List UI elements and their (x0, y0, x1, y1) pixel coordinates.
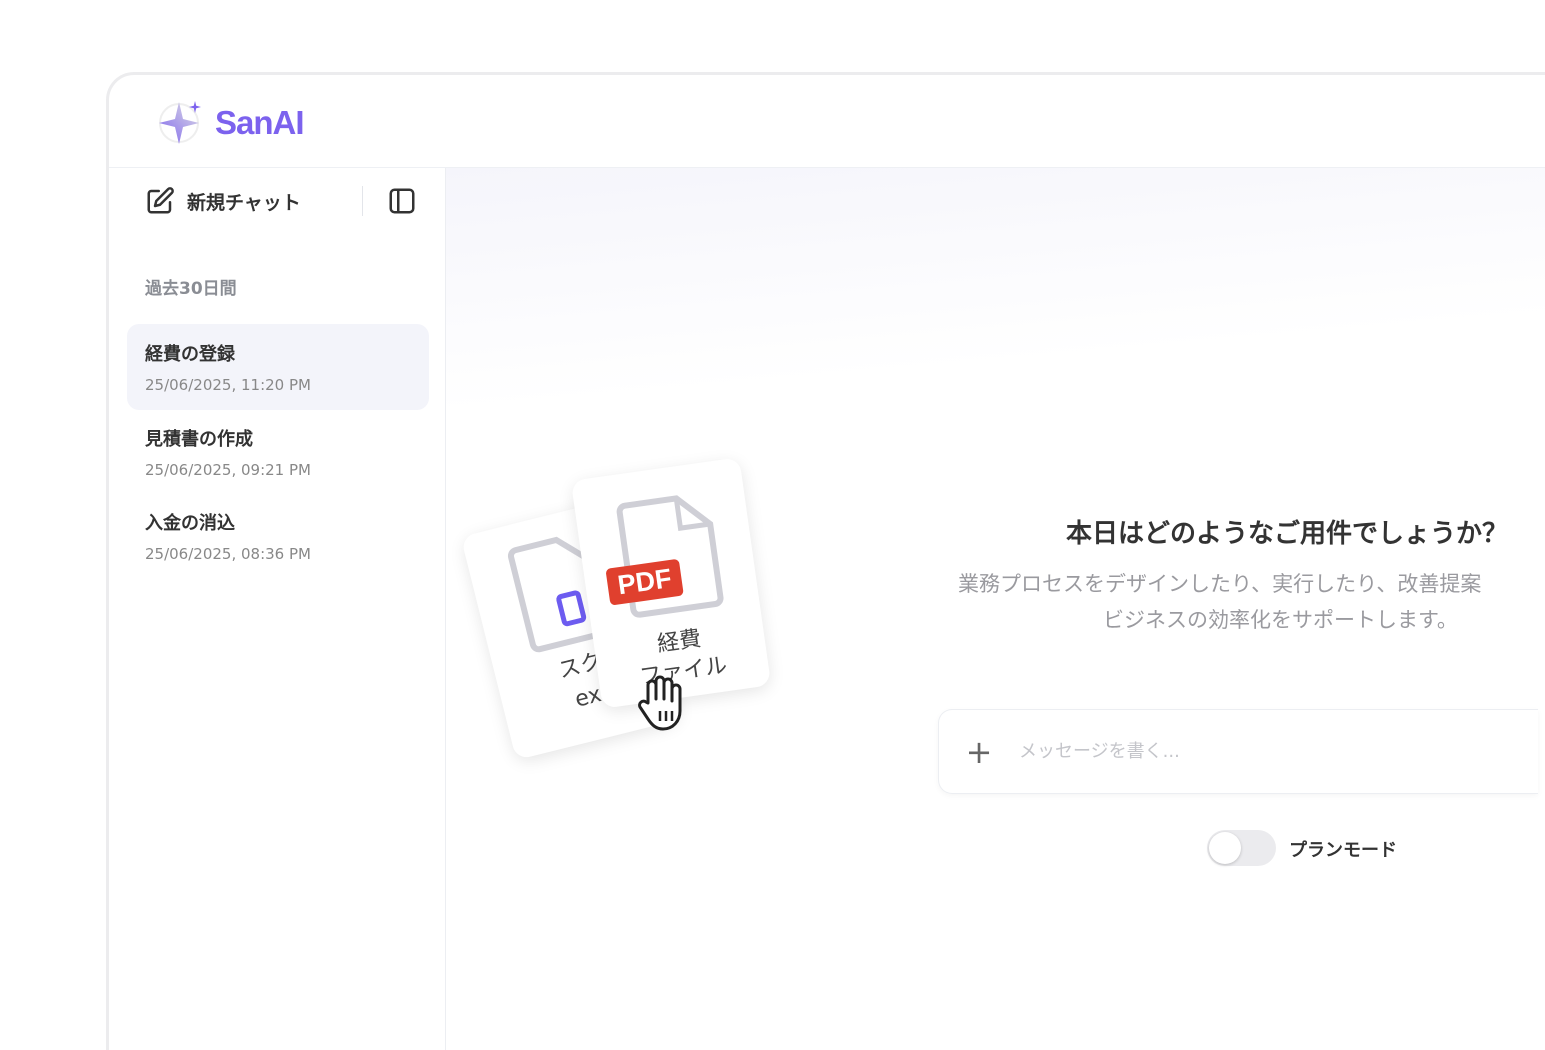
plan-mode-toggle[interactable] (1207, 830, 1276, 866)
sidebar-panel-icon (389, 188, 415, 214)
toggle-knob (1209, 832, 1241, 864)
message-input[interactable] (1019, 741, 1538, 762)
chat-title: 入金の消込 (145, 513, 235, 534)
chat-title: 経費の登録 (145, 344, 235, 365)
toggle-sidebar-button[interactable] (387, 186, 417, 220)
section-label: 過去30日間 (145, 279, 237, 299)
chat-date: 25/06/2025, 08:36 PM (145, 545, 311, 563)
main-area: スク ex PDF 経費 ファイル 本日はどのようなご用件でしょうか？ 業務プロ… (446, 168, 1545, 1050)
app-name: SanAI (215, 104, 305, 141)
plan-mode-label: プランモード (1289, 840, 1397, 861)
add-attachment-button[interactable]: + (939, 733, 1019, 771)
new-chat-button[interactable]: 新規チャット (145, 186, 301, 216)
chat-history-item[interactable]: 入金の消込 25/06/2025, 08:36 PM (127, 493, 429, 579)
divider (362, 186, 363, 216)
sparkle-logo-icon (159, 101, 201, 144)
app-window: SanAI 新規チャット 過去30日間 経費の登録 25/06/2025, 11… (106, 72, 1545, 1050)
plus-icon: + (965, 732, 993, 771)
expense-file-card[interactable]: PDF 経費 ファイル (570, 457, 772, 709)
chat-date: 25/06/2025, 11:20 PM (145, 376, 311, 394)
subtitle-line-1: 業務プロセスをデザインしたり、実行したり、改善提案 (958, 572, 1482, 596)
sidebar: 新規チャット 過去30日間 経費の登録 25/06/2025, 11:20 PM… (109, 168, 446, 1050)
edit-icon (147, 187, 174, 214)
logo[interactable]: SanAI (157, 99, 305, 147)
new-chat-label: 新規チャット (187, 191, 301, 214)
chat-history-item[interactable]: 経費の登録 25/06/2025, 11:20 PM (127, 324, 429, 410)
page-heading: 本日はどのようなご用件でしょうか？ (1066, 519, 1509, 549)
hand-cursor-icon (638, 675, 682, 731)
message-composer: + (938, 709, 1538, 794)
chat-title: 見積書の作成 (145, 429, 253, 450)
header: SanAI (109, 75, 1545, 168)
chat-date: 25/06/2025, 09:21 PM (145, 461, 311, 479)
chat-history-item[interactable]: 見積書の作成 25/06/2025, 09:21 PM (127, 409, 429, 495)
subtitle-line-2: ビジネスの効率化をサポートします。 (1103, 608, 1458, 632)
